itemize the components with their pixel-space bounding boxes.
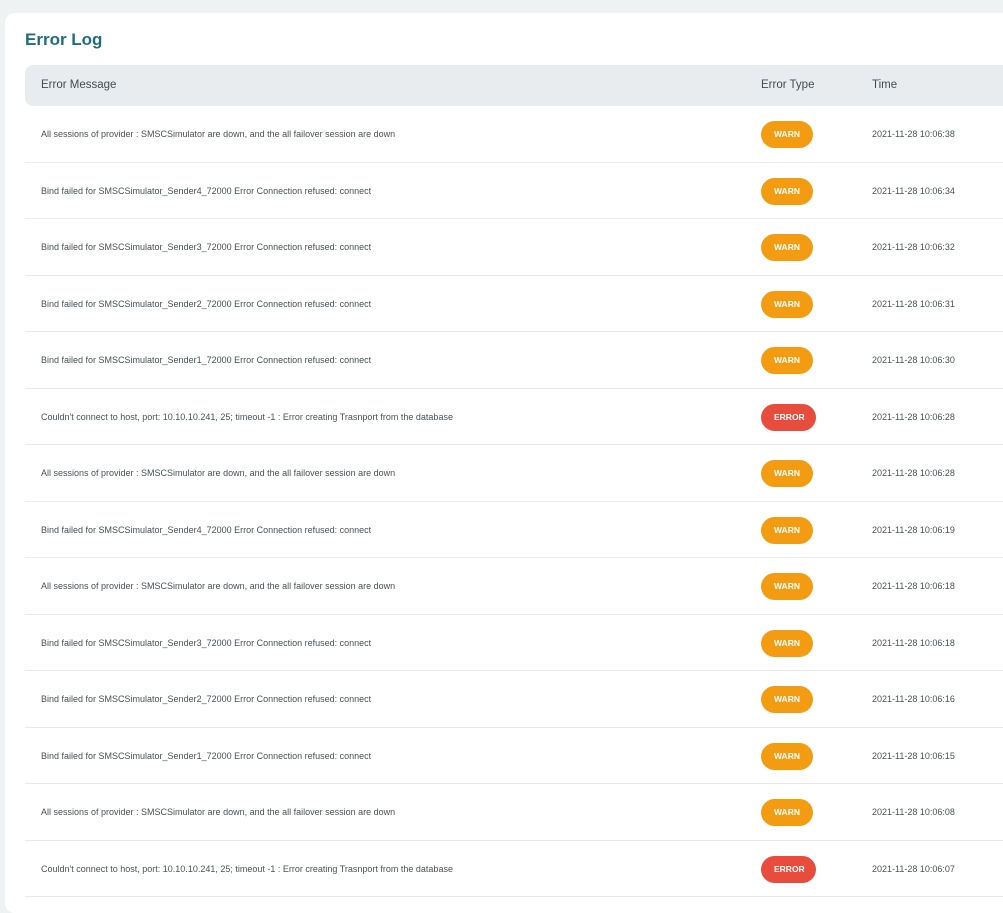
time-cell: 2021-11-28 10:06:34 [872,185,955,196]
error-type-badge-error: ERROR [761,855,816,883]
column-header-error-message[interactable]: Error Message [41,65,116,106]
error-message-cell: All sessions of provider : SMSCSimulator… [41,581,396,591]
error-message-cell: Bind failed for SMSCSimulator_Sender2_72… [41,298,372,309]
table-row[interactable]: All sessions of provider : SMSCSimulator… [25,106,1003,163]
time-cell: 2021-11-28 10:06:32 [872,242,955,252]
error-type-badge-warn: WARN [761,121,813,148]
time-cell: 2021-11-28 10:06:31 [872,298,955,309]
table-row[interactable]: Bind failed for SMSCSimulator_Sender3_72… [25,219,1003,276]
table-row[interactable]: All sessions of provider : SMSCSimulator… [25,558,1003,615]
error-log-card: Error Log Error Message Error Type Time … [5,13,1003,913]
table-body: All sessions of provider : SMSCSimulator… [25,106,1003,897]
table-row[interactable]: All sessions of provider : SMSCSimulator… [25,784,1003,841]
error-message-cell: Bind failed for SMSCSimulator_Sender1_72… [41,750,372,761]
time-cell: 2021-11-28 10:06:28 [872,411,955,422]
time-cell: 2021-11-28 10:06:30 [872,355,955,365]
error-type-badge-warn: WARN [761,177,813,205]
error-message-cell: All sessions of provider : SMSCSimulator… [41,129,396,139]
time-cell: 2021-11-28 10:06:15 [872,750,955,761]
error-type-badge-warn: WARN [761,629,813,657]
error-type-badge-warn: WARN [761,460,813,487]
table-row[interactable]: Couldn't connect to host, port: 10.10.10… [25,389,1003,445]
error-message-cell: Couldn't connect to host, port: 10.10.10… [41,863,453,874]
error-type-badge-error: ERROR [761,403,816,431]
table-row[interactable]: Bind failed for SMSCSimulator_Sender3_72… [25,615,1003,671]
time-cell: 2021-11-28 10:06:16 [872,694,955,704]
table-row[interactable]: Bind failed for SMSCSimulator_Sender4_72… [25,502,1003,558]
error-type-badge-warn: WARN [761,742,813,770]
error-type-badge-warn: WARN [761,799,813,826]
time-cell: 2021-11-28 10:06:18 [872,637,955,648]
table-row[interactable]: Bind failed for SMSCSimulator_Sender1_72… [25,728,1003,784]
error-type-badge-warn: WARN [761,290,813,318]
table-row[interactable]: Bind failed for SMSCSimulator_Sender1_72… [25,332,1003,389]
error-type-badge-warn: WARN [761,347,813,374]
error-log-table: Error Message Error Type Time All sessio… [25,65,1003,897]
error-message-cell: Bind failed for SMSCSimulator_Sender3_72… [41,637,372,648]
time-cell: 2021-11-28 10:06:28 [872,468,955,478]
time-cell: 2021-11-28 10:06:08 [872,807,955,817]
time-cell: 2021-11-28 10:06:07 [872,863,955,874]
table-row[interactable]: All sessions of provider : SMSCSimulator… [25,445,1003,502]
error-message-cell: Bind failed for SMSCSimulator_Sender2_72… [41,694,372,704]
column-header-error-type[interactable]: Error Type [761,65,814,106]
error-message-cell: Bind failed for SMSCSimulator_Sender1_72… [41,355,372,365]
error-type-badge-warn: WARN [761,516,813,544]
table-row[interactable]: Couldn't connect to host, port: 10.10.10… [25,841,1003,897]
table-row[interactable]: Bind failed for SMSCSimulator_Sender2_72… [25,671,1003,728]
error-message-cell: Couldn't connect to host, port: 10.10.10… [41,411,453,422]
column-header-time[interactable]: Time [872,65,897,106]
error-message-cell: Bind failed for SMSCSimulator_Sender4_72… [41,524,372,535]
error-message-cell: Bind failed for SMSCSimulator_Sender4_72… [41,185,372,196]
time-cell: 2021-11-28 10:06:18 [872,581,955,591]
time-cell: 2021-11-28 10:06:19 [872,524,955,535]
table-header: Error Message Error Type Time [25,65,1003,106]
error-type-badge-warn: WARN [761,573,813,600]
error-type-badge-warn: WARN [761,234,813,261]
error-message-cell: All sessions of provider : SMSCSimulator… [41,468,396,478]
time-cell: 2021-11-28 10:06:38 [872,129,955,139]
page-title: Error Log [25,30,103,49]
table-row[interactable]: Bind failed for SMSCSimulator_Sender4_72… [25,163,1003,219]
error-message-cell: Bind failed for SMSCSimulator_Sender3_72… [41,242,372,252]
error-type-badge-warn: WARN [761,686,813,713]
error-message-cell: All sessions of provider : SMSCSimulator… [41,807,396,817]
table-row[interactable]: Bind failed for SMSCSimulator_Sender2_72… [25,276,1003,332]
